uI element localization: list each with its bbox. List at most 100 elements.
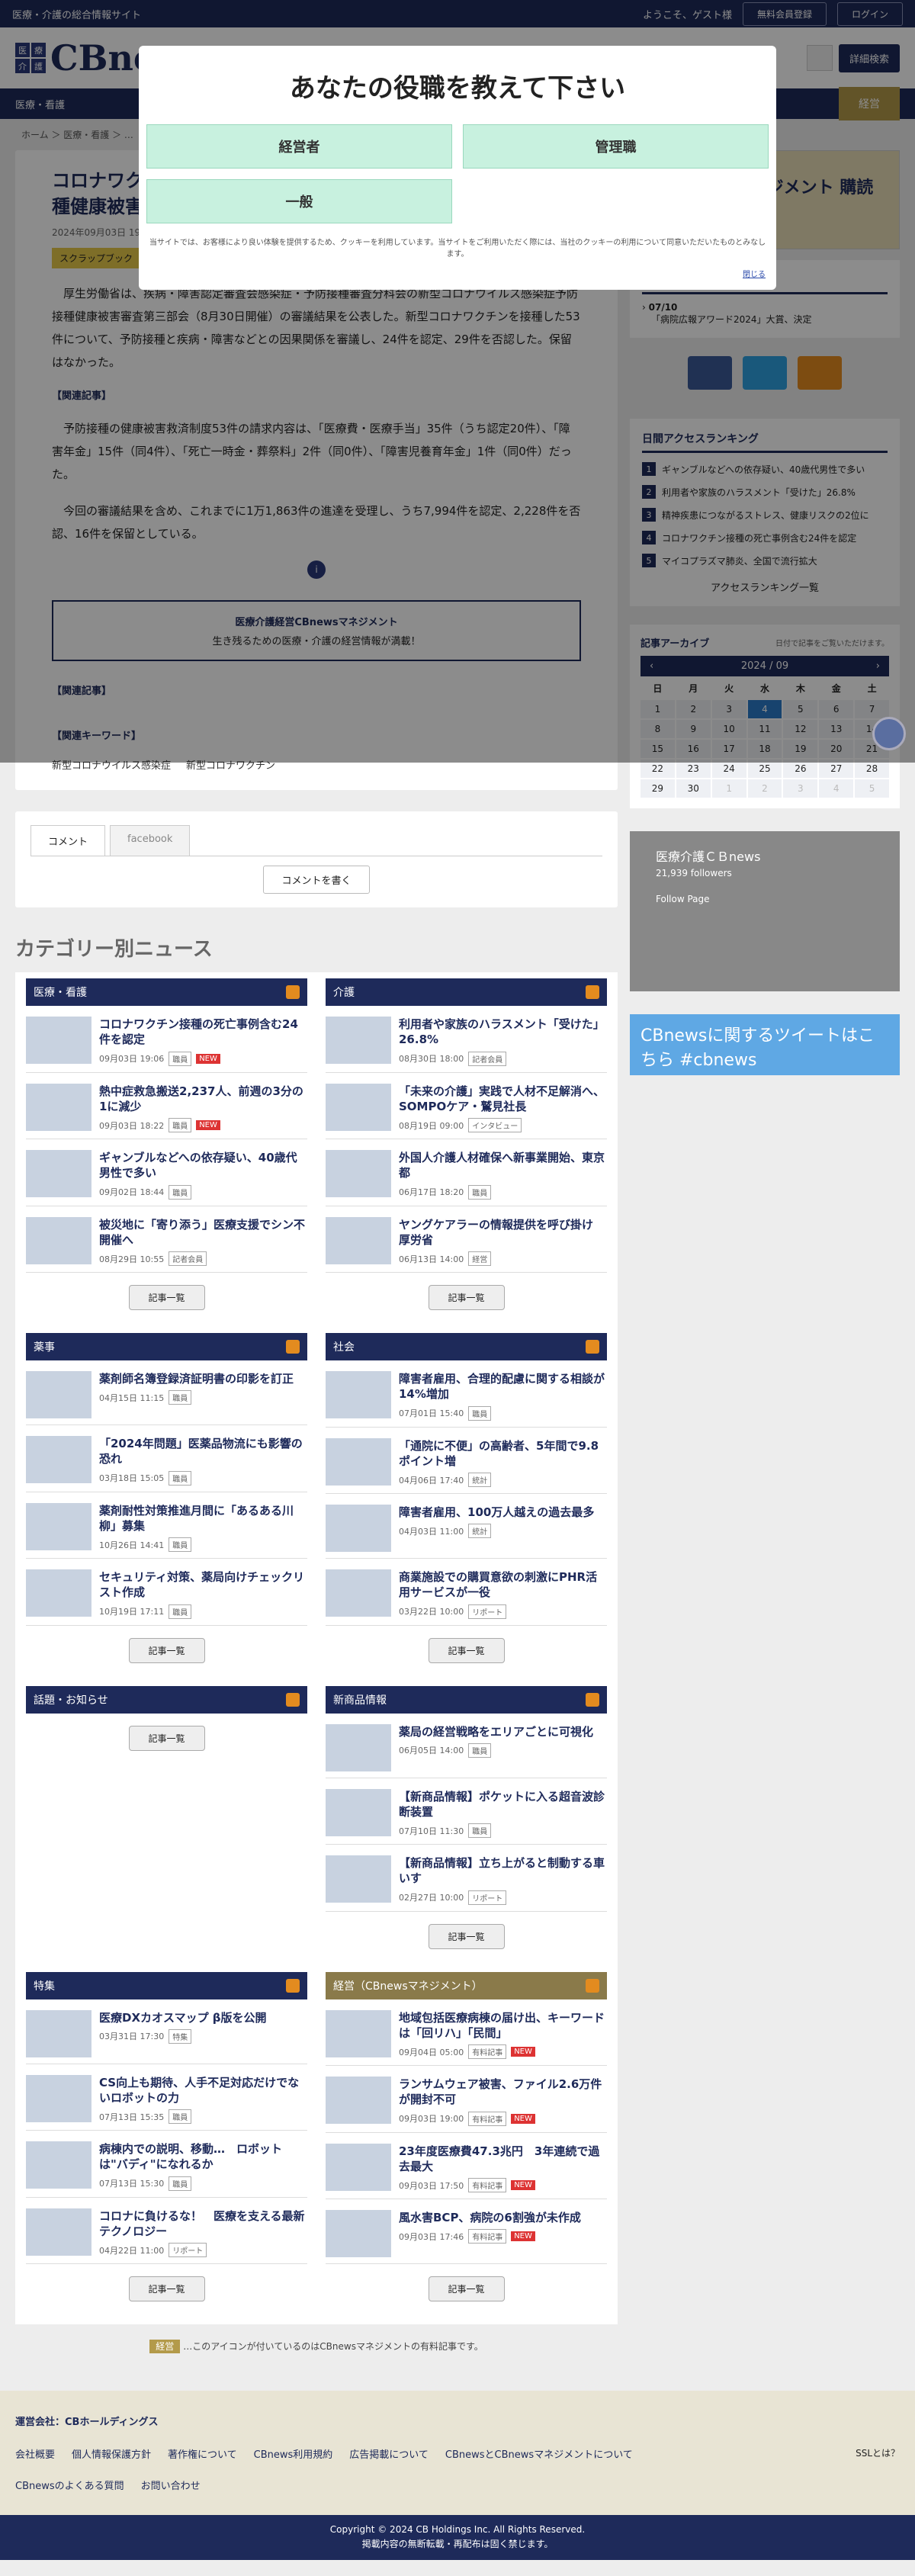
news-item[interactable]: 【新商品情報】ポケットに入る超音波診断装置 07月10日 11:30 職員	[326, 1778, 607, 1845]
more-articles-button[interactable]: 記事一覧	[128, 1285, 205, 1311]
footer-link[interactable]: CBnewsのよくある質問	[15, 2478, 124, 2492]
calendar-day[interactable]: 30	[676, 779, 711, 798]
news-title[interactable]: コロナワクチン接種の死亡事例含む24件を認定	[99, 1017, 307, 1048]
news-item[interactable]: 「通院に不便」の高齢者、5年間で9.8ポイント増 04月06日 17:40 統計	[326, 1428, 607, 1495]
news-item[interactable]: 商業施設での購買意欲の刺激にPHR活用サービスが一役 03月22日 10:00 リポ…	[326, 1559, 607, 1626]
calendar-day[interactable]: 1	[711, 779, 746, 798]
news-thumbnail	[26, 1502, 92, 1550]
news-title[interactable]: 被災地に「寄り添う」医療支援でシン不開催へ	[99, 1217, 307, 1248]
calendar-day[interactable]: 5	[855, 779, 889, 798]
news-title[interactable]: 障害者雇用、合理的配慮に関する相談が14%増加	[399, 1371, 607, 1402]
calendar-day[interactable]: 3	[783, 779, 818, 798]
news-item[interactable]: 「未来の介護」実践で人材不足解消へ、SOMPOケア・鷲見社長 08月19日 09:…	[326, 1073, 607, 1140]
news-item[interactable]: 障害者雇用、100万人越えの過去最多 04月03日 11:00 統計	[326, 1494, 607, 1559]
scroll-top-button[interactable]	[872, 717, 906, 750]
news-item[interactable]: コロナに負けるな！ 医療を支える最新テクノロジー 04月22日 11:00 リポート	[26, 2198, 307, 2265]
rss-icon[interactable]	[586, 1340, 599, 1354]
news-title[interactable]: 【新商品情報】ポケットに入る超音波診断装置	[399, 1789, 607, 1820]
news-title[interactable]: ヤングケアラーの情報提供を呼び掛け 厚労省	[399, 1217, 607, 1248]
more-articles-button[interactable]: 記事一覧	[428, 1285, 505, 1311]
calendar-day[interactable]: 29	[640, 779, 675, 798]
role-button-executive[interactable]: 経営者	[146, 124, 452, 169]
news-title[interactable]: 風水害BCP、病院の6割強が未作成	[399, 2210, 581, 2225]
more-articles-button[interactable]: 記事一覧	[428, 1923, 505, 1949]
news-item[interactable]: 薬局の経営戦略をエリアごとに可視化 06月05日 14:00 職員	[326, 1714, 607, 1778]
news-title[interactable]: セキュリティ対策、薬局向けチェックリスト作成	[99, 1569, 307, 1601]
news-title[interactable]: ランサムウェア被害、ファイル2.6万件が開封不可	[399, 2077, 607, 2108]
news-title[interactable]: 「未来の介護」実践で人材不足解消へ、SOMPOケア・鷲見社長	[399, 1084, 607, 1115]
news-title[interactable]: 薬剤師名簿登録済証明書の印影を訂正	[99, 1371, 294, 1386]
news-item[interactable]: 風水害BCP、病院の6割強が未作成 09月03日 17:46 有料記事 NEW	[326, 2199, 607, 2265]
more-articles-button[interactable]: 記事一覧	[428, 2276, 505, 2302]
ssl-link[interactable]: SSLとは？	[856, 2446, 900, 2492]
twitter-banner[interactable]: CBnewsに関するツイートはこちら #cbnews	[630, 1014, 900, 1075]
rss-icon[interactable]	[586, 1978, 599, 1993]
news-item[interactable]: 熱中症救急搬送2,237人、前週の3分の1に減少 09月03日 18:22 職員 NE…	[26, 1073, 307, 1140]
news-item[interactable]: ギャンブルなどへの依存疑い、40歳代男性で多い 09月02日 18:44 職員	[26, 1139, 307, 1206]
news-item[interactable]: セキュリティ対策、薬局向けチェックリスト作成 10月19日 17:11 職員	[26, 1559, 307, 1626]
footer-link[interactable]: CBnews利用規約	[254, 2446, 333, 2461]
news-item[interactable]: 外国人介護人材確保へ新事業開始、東京都 06月17日 18:20 職員	[326, 1139, 607, 1206]
news-item[interactable]: 被災地に「寄り添う」医療支援でシン不開催へ 08月29日 10:55 記者会員	[26, 1206, 307, 1274]
more-articles-button[interactable]: 記事一覧	[128, 1637, 205, 1663]
news-title[interactable]: 利用者や家族のハラスメント「受けた」26.8%	[399, 1017, 607, 1048]
news-title[interactable]: 熱中症救急搬送2,237人、前週の3分の1に減少	[99, 1084, 307, 1115]
news-title[interactable]: 薬局の経営戦略をエリアごとに可視化	[399, 1724, 593, 1739]
more-articles-button[interactable]: 記事一覧	[428, 1637, 505, 1663]
news-title[interactable]: CS向上も期待、人手不足対応だけでないロボットの力	[99, 2075, 307, 2106]
news-title[interactable]: 商業施設での購買意欲の刺激にPHR活用サービスが一役	[399, 1569, 607, 1601]
news-item[interactable]: 病棟内での説明、移動… ロボットは"バディ"になれるか 07月13日 15:30 職…	[26, 2131, 307, 2198]
news-item[interactable]: 障害者雇用、合理的配慮に関する相談が14%増加 07月01日 15:40 職員	[326, 1360, 607, 1428]
footer-link[interactable]: 著作権について	[168, 2446, 237, 2461]
role-button-general[interactable]: 一般	[146, 179, 452, 223]
footer-link[interactable]: 会社概要	[15, 2446, 55, 2461]
role-button-manager[interactable]: 管理職	[463, 124, 769, 169]
more-articles-button[interactable]: 記事一覧	[128, 1725, 205, 1751]
news-title[interactable]: 外国人介護人材確保へ新事業開始、東京都	[399, 1150, 607, 1181]
footer-link[interactable]: 広告掲載について	[349, 2446, 429, 2461]
rss-icon[interactable]	[286, 1692, 300, 1707]
news-title[interactable]: 病棟内での説明、移動… ロボットは"バディ"になれるか	[99, 2141, 307, 2173]
news-title[interactable]: 「通院に不便」の高齢者、5年間で9.8ポイント増	[399, 1438, 607, 1469]
news-title[interactable]: 【新商品情報】立ち上がると制動する車いす	[399, 1855, 607, 1887]
news-title[interactable]: 「2024年問題」医薬品物流にも影響の恐れ	[99, 1436, 307, 1467]
news-item[interactable]: ランサムウェア被害、ファイル2.6万件が開封不可 09月03日 19:00 有料記事…	[326, 2066, 607, 2133]
rss-icon[interactable]	[286, 1978, 300, 1993]
write-comment-button[interactable]: コメントを書く	[263, 866, 370, 895]
news-title[interactable]: 23年度医療費47.3兆円 3年連続で過去最大	[399, 2144, 607, 2175]
news-item[interactable]: 薬剤耐性対策推進月間に「あるある川柳」募集 10月26日 14:41 職員	[26, 1492, 307, 1559]
footer-link[interactable]: 個人情報保護方針	[72, 2446, 151, 2461]
more-articles-button[interactable]: 記事一覧	[128, 2276, 205, 2302]
rss-icon[interactable]	[586, 1692, 599, 1707]
news-title[interactable]: ギャンブルなどへの依存疑い、40歳代男性で多い	[99, 1150, 307, 1181]
tab-facebook[interactable]: facebook	[110, 825, 191, 856]
news-item[interactable]: CS向上も期待、人手不足対応だけでないロボットの力 07月13日 15:35 職員	[26, 2064, 307, 2131]
calendar-day[interactable]: 2	[747, 779, 782, 798]
news-title[interactable]: 薬剤耐性対策推進月間に「あるある川柳」募集	[99, 1503, 307, 1534]
tab-comments[interactable]: コメント	[30, 825, 106, 856]
news-item[interactable]: 「2024年問題」医薬品物流にも影響の恐れ 03月18日 15:05 職員	[26, 1425, 307, 1492]
footer-link[interactable]: CBnewsとCBnewsマネジメントについて	[445, 2446, 633, 2461]
news-title[interactable]: 地域包括医療病棟の届け出、キーワードは「回リハ」「民間」	[399, 2010, 607, 2041]
news-item[interactable]: 医療DXカオスマップ β版を公開 03月31日 17:30 特集	[26, 1999, 307, 2064]
news-item[interactable]: 23年度医療費47.3兆円 3年連続で過去最大 09月03日 17:50 有料記事 N…	[326, 2133, 607, 2200]
facebook-follow-button[interactable]: Follow Page	[656, 894, 874, 904]
news-item[interactable]: 地域包括医療病棟の届け出、キーワードは「回リハ」「民間」 09月04日 05:00…	[326, 1999, 607, 2067]
modal-close-link[interactable]: 閉じる	[743, 268, 766, 279]
rss-icon[interactable]	[286, 1340, 300, 1354]
news-item[interactable]: 【新商品情報】立ち上がると制動する車いす 02月27日 10:00 リポート	[326, 1845, 607, 1912]
news-title[interactable]: 障害者雇用、100万人越えの過去最多	[399, 1505, 594, 1520]
facebook-widget[interactable]: 医療介護ＣＢnews 21,939 followers Follow Page	[630, 831, 900, 991]
footer-link[interactable]: お問い合わせ	[141, 2478, 201, 2492]
news-badge: 職員	[468, 1405, 492, 1421]
rss-icon[interactable]	[286, 985, 300, 1000]
rss-icon[interactable]	[586, 985, 599, 1000]
news-title[interactable]: コロナに負けるな！ 医療を支える最新テクノロジー	[99, 2208, 307, 2240]
news-item[interactable]: ヤングケアラーの情報提供を呼び掛け 厚労省 06月13日 14:00 経営	[326, 1206, 607, 1274]
paid-note: 経営 …このアイコンが付いているのはCBnewsマネジメントの有料記事です。	[15, 2340, 618, 2354]
news-item[interactable]: コロナワクチン接種の死亡事例含む24件を認定 09月03日 19:06 職員 NEW	[26, 1006, 307, 1073]
calendar-day[interactable]: 4	[819, 779, 854, 798]
news-item[interactable]: 薬剤師名簿登録済証明書の印影を訂正 04月15日 11:15 職員	[26, 1360, 307, 1426]
news-item[interactable]: 利用者や家族のハラスメント「受けた」26.8% 08月30日 18:00 記者会員	[326, 1006, 607, 1073]
news-title[interactable]: 医療DXカオスマップ β版を公開	[99, 2010, 267, 2025]
